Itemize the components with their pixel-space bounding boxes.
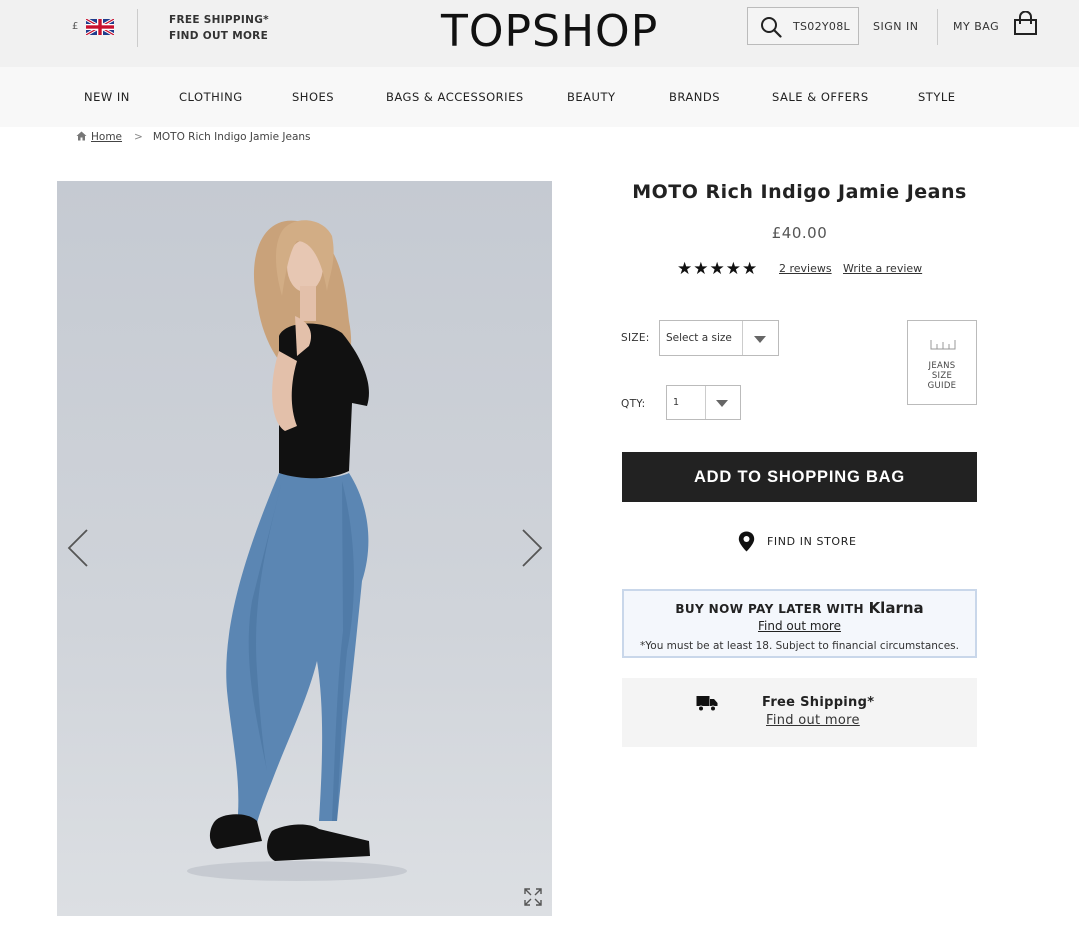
add-to-bag-button[interactable]: ADD TO SHOPPING BAG (622, 452, 977, 502)
product-image[interactable] (57, 181, 552, 916)
rating-stars: ★★★★★ (677, 259, 759, 279)
nav-beauty[interactable]: BEAUTY (567, 90, 616, 104)
qty-select-value: 1 (673, 397, 680, 408)
nav-clothing[interactable]: CLOTHING (179, 90, 243, 104)
free-shipping-panel: Free Shipping* Find out more (622, 678, 977, 747)
breadcrumb: Home > MOTO Rich Indigo Jamie Jeans (76, 131, 311, 143)
previous-image-arrow[interactable] (66, 528, 90, 568)
free-shipping-promo[interactable]: FREE SHIPPING* FIND OUT MORE (169, 12, 269, 44)
size-guide-line: JEANS (928, 361, 956, 371)
breadcrumb-current: MOTO Rich Indigo Jamie Jeans (152, 131, 311, 143)
promo-line-2: FIND OUT MORE (169, 30, 269, 42)
nav-new-in[interactable]: NEW IN (84, 90, 130, 104)
shopping-bag-icon[interactable] (1013, 11, 1038, 36)
nav-shoes[interactable]: SHOES (292, 90, 334, 104)
home-icon[interactable] (76, 131, 87, 141)
divider (137, 9, 138, 47)
size-guide-line: SIZE (931, 371, 953, 381)
location-pin-icon[interactable] (738, 531, 755, 552)
breadcrumb-home[interactable]: Home (91, 131, 122, 143)
ruler-icon (930, 340, 956, 350)
top-bar: £ FREE SHIPPING* FIND OUT MORE TOPSHOP T… (0, 0, 1079, 67)
size-select[interactable]: Select a size (659, 320, 779, 356)
expand-icon[interactable] (524, 888, 542, 906)
chevron-down-icon (754, 336, 766, 343)
free-shipping-title: Free Shipping* (762, 695, 875, 710)
search-icon[interactable] (760, 16, 782, 38)
qty-label: QTY: (621, 398, 646, 410)
currency-selector[interactable]: £ (72, 21, 78, 32)
size-guide-line: GUIDE (927, 381, 957, 391)
select-divider (742, 321, 743, 355)
reviews-link[interactable]: 2 reviews (779, 262, 832, 275)
klarna-banner: BUY NOW PAY LATER WITH Klarna Find out m… (622, 589, 977, 658)
next-image-arrow[interactable] (520, 528, 544, 568)
find-in-store-link[interactable]: FIND IN STORE (767, 535, 857, 548)
size-label: SIZE: (621, 332, 650, 344)
sign-in-link[interactable]: SIGN IN (873, 20, 918, 33)
write-review-link[interactable]: Write a review (843, 262, 922, 275)
model-photo (187, 220, 407, 881)
klarna-heading-text: BUY NOW PAY LATER WITH (675, 602, 864, 616)
nav-style[interactable]: STYLE (918, 90, 956, 104)
size-guide-label: JEANS SIZE GUIDE (908, 361, 976, 391)
select-divider (705, 386, 706, 419)
product-price: £40.00 (771, 224, 828, 242)
chevron-down-icon (716, 400, 728, 407)
klarna-disclaimer: *You must be at least 18. Subject to fin… (640, 640, 959, 652)
search-input[interactable]: TS02Y08L (793, 20, 850, 33)
nav-bags-accessories[interactable]: BAGS & ACCESSORIES (386, 90, 524, 104)
topshop-logo[interactable]: TOPSHOP (441, 6, 658, 58)
promo-line-1: FREE SHIPPING* (169, 14, 269, 26)
klarna-heading: BUY NOW PAY LATER WITH Klarna (624, 599, 975, 617)
klarna-logo: Klarna (868, 599, 924, 617)
nav-sale-offers[interactable]: SALE & OFFERS (772, 90, 869, 104)
truck-icon (696, 696, 718, 712)
free-shipping-find-out-more-link[interactable]: Find out more (766, 713, 860, 728)
jeans-size-guide-button[interactable]: JEANS SIZE GUIDE (907, 320, 977, 405)
search-box[interactable]: TS02Y08L (747, 7, 859, 45)
product-title: MOTO Rich Indigo Jamie Jeans (632, 181, 967, 203)
qty-select[interactable]: 1 (666, 385, 741, 420)
main-nav: NEW IN CLOTHING SHOES BAGS & ACCESSORIES… (0, 67, 1079, 127)
nav-brands[interactable]: BRANDS (669, 90, 720, 104)
my-bag-link[interactable]: MY BAG (953, 20, 999, 33)
klarna-find-out-more-link[interactable]: Find out more (624, 619, 975, 633)
size-select-value: Select a size (666, 332, 732, 344)
divider (937, 9, 938, 45)
uk-flag-icon[interactable] (86, 19, 114, 35)
breadcrumb-separator: > (134, 131, 143, 143)
